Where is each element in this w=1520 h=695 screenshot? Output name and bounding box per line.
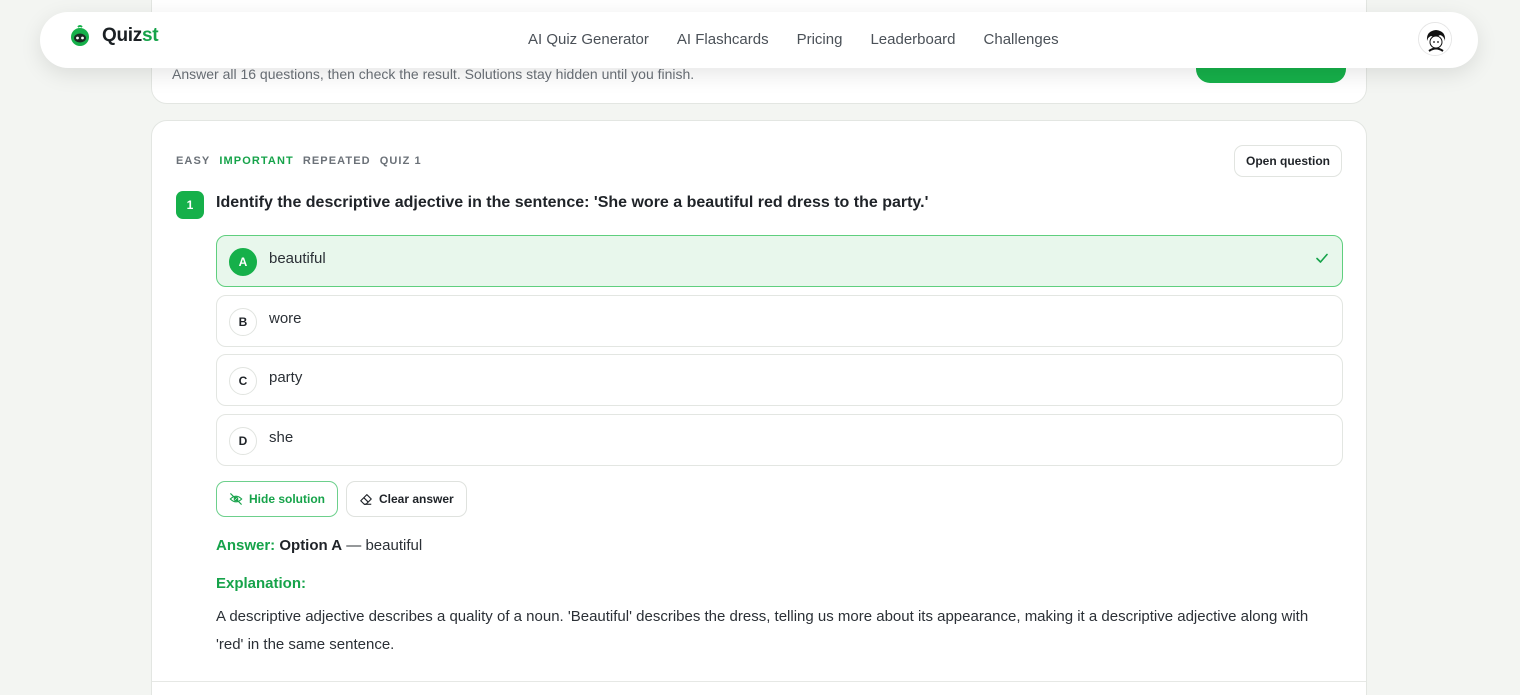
question-tags: EASY IMPORTANT REPEATED QUIZ 1: [176, 155, 422, 167]
option-text: wore: [269, 310, 302, 327]
option-text: party: [269, 369, 303, 386]
tag-repeated: REPEATED: [302, 155, 371, 167]
nav-link-challenges[interactable]: Challenges: [984, 31, 1059, 48]
user-avatar[interactable]: [1418, 22, 1452, 56]
eraser-icon: [360, 494, 372, 505]
card-divider: [152, 681, 1366, 682]
open-question-button[interactable]: Open question: [1234, 145, 1342, 177]
explanation-text: A descriptive adjective describes a qual…: [216, 608, 1309, 653]
summary-text: Answer all 16 questions, then check the …: [172, 66, 695, 82]
option-text: beautiful: [269, 250, 326, 267]
question-number-badge: 1: [176, 191, 204, 219]
robot-logo-icon: [71, 25, 89, 46]
option-a[interactable]: A beautiful: [216, 235, 1343, 287]
question-card: EASY IMPORTANT REPEATED QUIZ 1 Open ques…: [151, 120, 1367, 695]
answer-line: Answer: Option A — beautiful: [216, 537, 422, 554]
option-d[interactable]: D she: [216, 414, 1343, 466]
clear-answer-button[interactable]: Clear answer: [346, 481, 467, 517]
brand-logo[interactable]: Quizst: [68, 24, 159, 48]
option-letter: D: [229, 427, 257, 455]
nav-link-leaderboard[interactable]: Leaderboard: [870, 31, 955, 48]
option-c[interactable]: C party: [216, 354, 1343, 406]
answer-text: — beautiful: [346, 537, 423, 554]
eye-off-icon: [229, 493, 243, 505]
answer-label: Answer:: [216, 537, 276, 554]
nav-link-pricing[interactable]: Pricing: [797, 31, 843, 48]
option-letter: B: [229, 308, 257, 336]
nav-links: AI Quiz Generator AI Flashcards Pricing …: [528, 31, 1059, 48]
top-nav: Quizst AI Quiz Generator AI Flashcards P…: [40, 12, 1478, 68]
option-letter: C: [229, 367, 257, 395]
question-text: Identify the descriptive adjective in th…: [216, 194, 929, 211]
tag-difficulty: EASY: [176, 155, 211, 167]
nav-link-flashcards[interactable]: AI Flashcards: [677, 31, 769, 48]
answer-option: Option A: [279, 537, 343, 554]
tag-important: IMPORTANT: [219, 155, 294, 167]
tag-quiz: QUIZ 1: [379, 155, 422, 167]
brand-name: Quizst: [102, 25, 159, 46]
hide-solution-label: Hide solution: [249, 492, 325, 506]
nav-link-quiz-generator[interactable]: AI Quiz Generator: [528, 31, 649, 48]
option-b[interactable]: B wore: [216, 295, 1343, 347]
avatar-image: [1419, 23, 1451, 55]
explanation-label: Explanation:: [216, 575, 307, 592]
check-icon: [1316, 253, 1328, 263]
option-text: she: [269, 429, 294, 446]
hide-solution-button[interactable]: Hide solution: [216, 481, 338, 517]
option-letter: A: [229, 248, 257, 276]
clear-answer-label: Clear answer: [379, 492, 454, 506]
